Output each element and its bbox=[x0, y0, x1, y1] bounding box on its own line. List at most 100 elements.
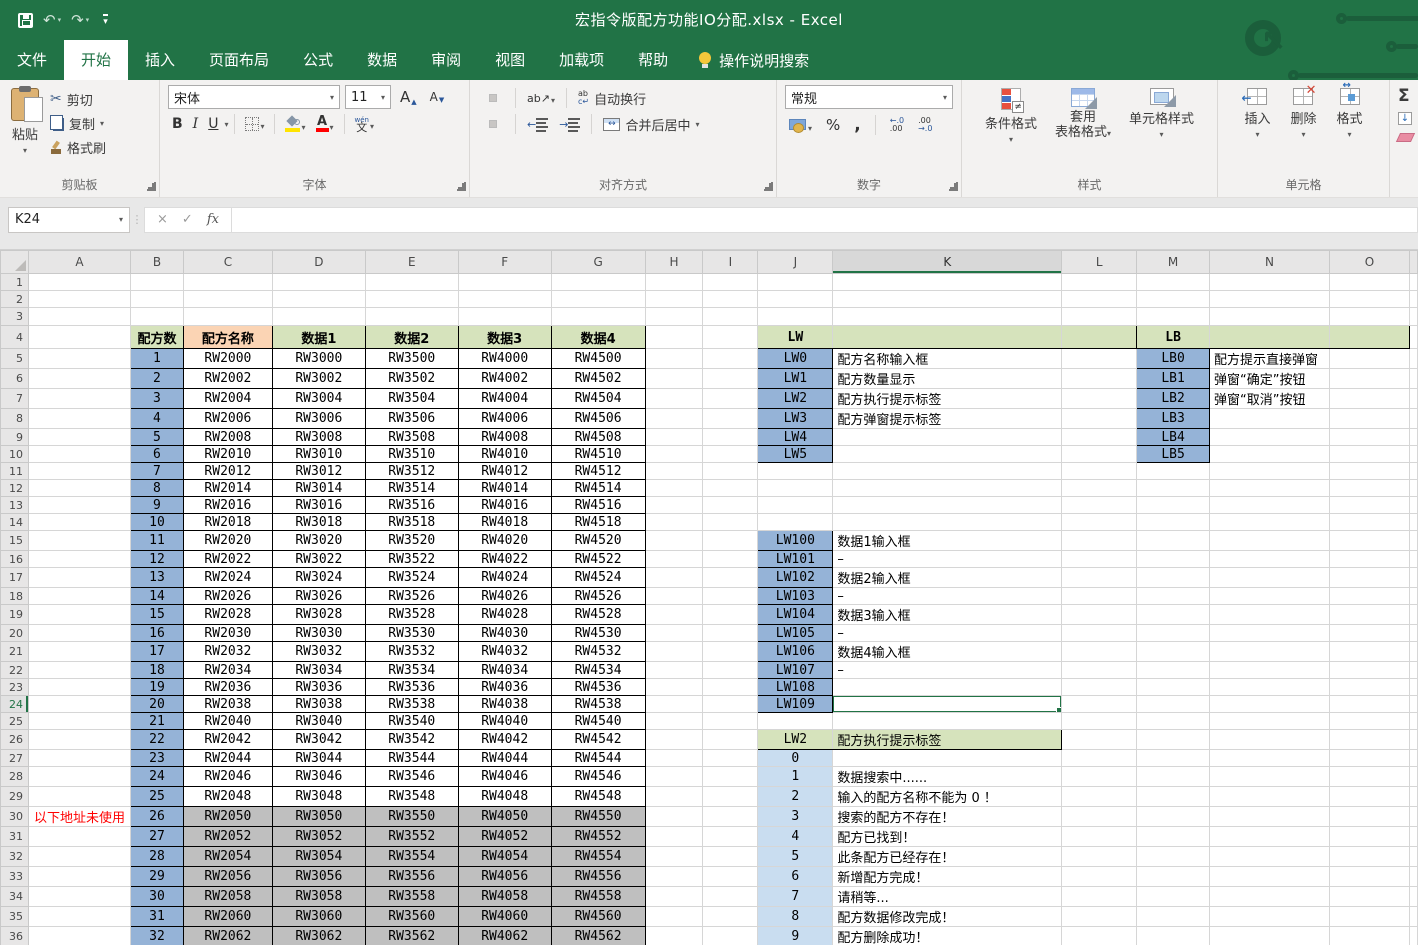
cell-A35[interactable] bbox=[28, 907, 130, 927]
cell-B30[interactable]: 26 bbox=[130, 807, 183, 827]
cell-F2[interactable] bbox=[458, 291, 551, 308]
cell-H8[interactable] bbox=[645, 409, 703, 429]
cell-F10[interactable]: RW4010 bbox=[458, 446, 551, 463]
cell-E5[interactable]: RW3500 bbox=[365, 349, 458, 369]
cell-A5[interactable] bbox=[28, 349, 130, 369]
cell-B2[interactable] bbox=[130, 291, 183, 308]
cell-I21[interactable] bbox=[703, 642, 758, 662]
delete-cells-button[interactable]: ✕ 删除 ▾ bbox=[1283, 83, 1323, 144]
cell-M27[interactable] bbox=[1137, 750, 1210, 767]
cell-B5[interactable]: 1 bbox=[130, 349, 183, 369]
cell-E4[interactable]: 数据2 bbox=[365, 326, 458, 349]
undo-button[interactable]: ↶▾ bbox=[43, 11, 61, 29]
insert-cells-button[interactable]: ← 插入 ▾ bbox=[1237, 83, 1277, 144]
cell-F26[interactable]: RW4042 bbox=[458, 730, 551, 750]
cell-J20[interactable]: LW105 bbox=[758, 625, 833, 642]
row-header-1[interactable]: 1 bbox=[1, 274, 29, 291]
bold-button[interactable]: B bbox=[168, 114, 187, 134]
cell-L22[interactable] bbox=[1062, 662, 1137, 679]
cell-B13[interactable]: 9 bbox=[130, 497, 183, 514]
cell-H13[interactable] bbox=[645, 497, 703, 514]
cell-F29[interactable]: RW4048 bbox=[458, 787, 551, 807]
cell-B4[interactable]: 配方数 bbox=[130, 326, 183, 349]
cell-J10[interactable]: LW5 bbox=[758, 446, 833, 463]
cell-G18[interactable]: RW4526 bbox=[551, 588, 645, 605]
cell-B33[interactable]: 29 bbox=[130, 867, 183, 887]
cell-L6[interactable] bbox=[1062, 369, 1137, 389]
cell-A16[interactable] bbox=[28, 551, 130, 568]
cell-I13[interactable] bbox=[703, 497, 758, 514]
cell-M10[interactable]: LB5 bbox=[1137, 446, 1210, 463]
cell-E34[interactable]: RW3558 bbox=[365, 887, 458, 907]
cell-N14[interactable] bbox=[1210, 514, 1330, 531]
cell-J11[interactable] bbox=[758, 463, 833, 480]
cell-M1[interactable] bbox=[1137, 274, 1210, 291]
cell-J32[interactable]: 5 bbox=[758, 847, 833, 867]
column-header-G[interactable]: G bbox=[551, 251, 645, 274]
autosum-icon[interactable]: Σ bbox=[1398, 86, 1416, 106]
row-header-30[interactable]: 30 bbox=[1, 807, 29, 827]
cell-O36[interactable] bbox=[1330, 927, 1410, 945]
cell-M16[interactable] bbox=[1137, 551, 1210, 568]
cell-F17[interactable]: RW4024 bbox=[458, 568, 551, 588]
orientation-button[interactable]: ab↗▾ bbox=[523, 90, 559, 107]
cell-L21[interactable] bbox=[1062, 642, 1137, 662]
row-header-23[interactable]: 23 bbox=[1, 679, 29, 696]
cell-J29[interactable]: 2 bbox=[758, 787, 833, 807]
align-center-button[interactable] bbox=[489, 120, 497, 128]
cell-J2[interactable] bbox=[758, 291, 833, 308]
cell-L32[interactable] bbox=[1062, 847, 1137, 867]
cell-H23[interactable] bbox=[645, 679, 703, 696]
cell-E35[interactable]: RW3560 bbox=[365, 907, 458, 927]
cell-K12[interactable] bbox=[833, 480, 1062, 497]
cell-C15[interactable]: RW2020 bbox=[183, 531, 272, 551]
decrease-indent-button[interactable]: ← bbox=[523, 113, 552, 136]
align-top-button[interactable] bbox=[478, 94, 486, 102]
cell-E32[interactable]: RW3554 bbox=[365, 847, 458, 867]
row-header-13[interactable]: 13 bbox=[1, 497, 29, 514]
cell-C1[interactable] bbox=[183, 274, 272, 291]
cell-B22[interactable]: 18 bbox=[130, 662, 183, 679]
cell-E21[interactable]: RW3532 bbox=[365, 642, 458, 662]
cell-H22[interactable] bbox=[645, 662, 703, 679]
cell-O1[interactable] bbox=[1330, 274, 1410, 291]
cell-C26[interactable]: RW2042 bbox=[183, 730, 272, 750]
cell-H34[interactable] bbox=[645, 887, 703, 907]
cell-J36[interactable]: 9 bbox=[758, 927, 833, 945]
row-header-8[interactable]: 8 bbox=[1, 409, 29, 429]
cell-D22[interactable]: RW3034 bbox=[272, 662, 365, 679]
cell-A17[interactable] bbox=[28, 568, 130, 588]
cell-L15[interactable] bbox=[1062, 531, 1137, 551]
row-header-33[interactable]: 33 bbox=[1, 867, 29, 887]
cell-L4[interactable] bbox=[1062, 326, 1137, 349]
cell-A2[interactable] bbox=[28, 291, 130, 308]
cell-B6[interactable]: 2 bbox=[130, 369, 183, 389]
cell-A6[interactable] bbox=[28, 369, 130, 389]
cell-J8[interactable]: LW3 bbox=[758, 409, 833, 429]
cell-F25[interactable]: RW4040 bbox=[458, 713, 551, 730]
row-header-21[interactable]: 21 bbox=[1, 642, 29, 662]
cell-E28[interactable]: RW3546 bbox=[365, 767, 458, 787]
cell-J12[interactable] bbox=[758, 480, 833, 497]
cell-A34[interactable] bbox=[28, 887, 130, 907]
cell-O3[interactable] bbox=[1330, 308, 1410, 326]
format-cells-button[interactable]: ↔ 格式 ▾ bbox=[1330, 83, 1370, 144]
font-size-select[interactable]: 11 ▾ bbox=[345, 85, 391, 109]
row-header-35[interactable]: 35 bbox=[1, 907, 29, 927]
cell-A1[interactable] bbox=[28, 274, 130, 291]
cell-H33[interactable] bbox=[645, 867, 703, 887]
cell-O23[interactable] bbox=[1330, 679, 1410, 696]
row-header-28[interactable]: 28 bbox=[1, 767, 29, 787]
cell-B1[interactable] bbox=[130, 274, 183, 291]
cell-H9[interactable] bbox=[645, 429, 703, 446]
cell-B34[interactable]: 30 bbox=[130, 887, 183, 907]
cell-H19[interactable] bbox=[645, 605, 703, 625]
row-header-10[interactable]: 10 bbox=[1, 446, 29, 463]
cell-B28[interactable]: 24 bbox=[130, 767, 183, 787]
cell-K27[interactable] bbox=[833, 750, 1062, 767]
cell-J7[interactable]: LW2 bbox=[758, 389, 833, 409]
cell-N20[interactable] bbox=[1210, 625, 1330, 642]
cell-I35[interactable] bbox=[703, 907, 758, 927]
cell-E14[interactable]: RW3518 bbox=[365, 514, 458, 531]
cell-K1[interactable] bbox=[833, 274, 1062, 291]
